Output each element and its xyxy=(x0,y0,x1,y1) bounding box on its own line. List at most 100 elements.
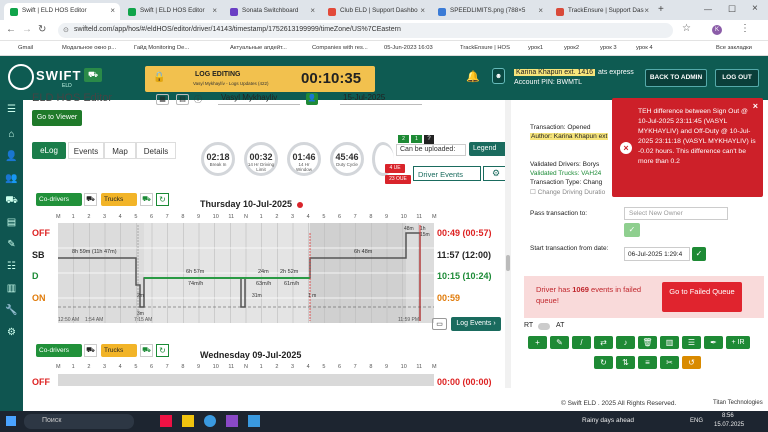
pen-button[interactable]: ✒ xyxy=(704,336,723,349)
back-to-admin-button[interactable]: BACK TO ADMIN xyxy=(645,69,707,87)
notification-bell-icon[interactable]: 🔔 xyxy=(466,70,480,83)
close-icon[interactable]: × xyxy=(212,6,217,15)
help-icon[interactable]: ? xyxy=(424,135,434,144)
edit-event-button[interactable]: ✎ xyxy=(550,336,569,349)
settings-icon[interactable]: ⚙ xyxy=(5,326,18,339)
forward-icon[interactable]: → xyxy=(22,24,32,35)
bookmark-item[interactable]: Гайд Monitoring De... xyxy=(134,45,189,51)
browser-tab[interactable]: Swift | ELD HOS Editor × xyxy=(122,3,222,20)
browser-icon[interactable] xyxy=(204,415,216,427)
close-icon[interactable]: × xyxy=(310,6,315,15)
tab-details[interactable]: Details xyxy=(136,142,176,159)
trucks-button[interactable]: Trucks xyxy=(101,193,137,206)
log-grid[interactable]: 8h 59m (11h 47m) 6h 57m 74m/h 24m 2h 52m… xyxy=(58,223,434,323)
language-indicator[interactable]: ENG xyxy=(690,418,703,424)
menu-hamburger-icon[interactable]: ☰ xyxy=(5,103,18,116)
notify-button[interactable]: ♪ xyxy=(616,336,635,349)
wrench-icon[interactable]: 🔧 xyxy=(5,304,18,317)
trailer-icon[interactable]: ⛟ xyxy=(140,193,153,206)
profile-avatar[interactable]: K xyxy=(712,25,722,35)
tab-elog[interactable]: eLog xyxy=(32,142,66,159)
browser-tab[interactable]: Sonata Switchboard × xyxy=(224,3,320,20)
swap-button[interactable]: ⇅ xyxy=(616,356,635,369)
bookmark-item[interactable]: урок 4 xyxy=(636,45,653,51)
add-event-button[interactable]: + xyxy=(528,336,547,349)
compare-button[interactable]: ≡ xyxy=(638,356,657,369)
driver-events-select[interactable]: Driver Events xyxy=(413,166,481,181)
browser-tab[interactable]: SPEEDLIMITS.png (788×5 × xyxy=(432,3,548,20)
go-to-failed-queue-button[interactable]: Go to Failed Queue xyxy=(662,282,742,312)
list-button[interactable]: ☰ xyxy=(682,336,701,349)
go-to-viewer-button[interactable]: Go to Viewer xyxy=(32,110,82,126)
back-icon[interactable]: ← xyxy=(6,24,16,35)
browser-tab[interactable]: TrackEnsure | Support Das × xyxy=(550,3,654,20)
new-tab-icon[interactable]: + xyxy=(658,4,664,15)
bookmark-item[interactable]: урок2 xyxy=(564,45,579,51)
bookmark-item[interactable]: TrackEnsure | HOS xyxy=(460,45,510,51)
draw-button[interactable]: / xyxy=(572,336,591,349)
change-duration-checkbox[interactable]: ☐ Change Driving Duratio xyxy=(530,188,605,196)
close-icon[interactable]: × xyxy=(420,6,425,15)
close-icon[interactable]: × xyxy=(538,6,543,15)
app-icon[interactable] xyxy=(182,415,194,427)
edit-icon[interactable]: ✎ xyxy=(5,238,18,251)
owner-select[interactable]: Select New Owner xyxy=(624,207,728,220)
scrollbar[interactable] xyxy=(505,100,511,388)
scrollbar-thumb[interactable] xyxy=(506,255,510,271)
rt-at-toggle[interactable] xyxy=(538,323,550,330)
driver-select[interactable]: Vasyl Mykhayliv xyxy=(218,93,300,105)
maximize-icon[interactable]: ☐ xyxy=(728,4,736,15)
truck-icon[interactable]: ⛟ xyxy=(84,68,102,82)
tab-events[interactable]: Events xyxy=(68,142,104,159)
site-info-icon[interactable]: ⊙ xyxy=(63,26,69,34)
bookmark-item[interactable]: Модальное окно р... xyxy=(62,45,116,51)
comment-icon[interactable]: ▭ xyxy=(432,318,447,330)
document-icon[interactable]: ▤ xyxy=(5,216,18,229)
bookmark-item[interactable]: Companies with res... xyxy=(312,45,368,51)
truck-icon[interactable]: ⛟ xyxy=(84,344,97,357)
start-date-input[interactable]: 06-Jul-2025 1:29:4 xyxy=(624,247,690,261)
bookmark-item[interactable]: урок1 xyxy=(528,45,543,51)
chart-icon[interactable]: ▥ xyxy=(5,282,18,295)
bookmark-item[interactable]: Актуальные апдейт... xyxy=(230,45,287,51)
truck-nav-icon[interactable]: ⛟ xyxy=(5,194,18,207)
log-editing-driver[interactable]: Vasyl Mykhaylív - Logs Updates (422) xyxy=(193,81,268,86)
truck-icon[interactable]: ⛟ xyxy=(84,193,97,206)
driver-icon[interactable]: 👤 xyxy=(306,93,318,105)
codrivers-button[interactable]: Co-drivers xyxy=(36,193,82,206)
confirm-date-button[interactable]: ✓ xyxy=(692,247,706,261)
refresh-icon[interactable]: ↻ xyxy=(156,193,169,206)
logout-button[interactable]: LOG OUT xyxy=(715,69,759,87)
bookmark-item[interactable]: Gmail xyxy=(18,45,33,51)
bookmark-item[interactable]: Все закладки xyxy=(716,45,752,51)
trailer-icon[interactable]: ⛟ xyxy=(140,344,153,357)
print-icon[interactable]: ▤ xyxy=(176,94,189,105)
log-grid[interactable] xyxy=(58,374,434,386)
shift-button[interactable]: ⇄ xyxy=(594,336,613,349)
oue-badge[interactable]: 23 OUE xyxy=(385,175,411,184)
undo-button[interactable]: ↺ xyxy=(682,356,701,369)
reload-button[interactable]: ↻ xyxy=(594,356,613,369)
columns-button[interactable]: ▥ xyxy=(660,336,679,349)
taskbar-search[interactable]: Поиск xyxy=(24,414,134,429)
app-icon[interactable] xyxy=(226,415,238,427)
refresh-icon[interactable]: ↻ xyxy=(156,344,169,357)
delete-button[interactable]: 🗑 xyxy=(638,336,657,349)
app-icon[interactable] xyxy=(248,415,260,427)
tab-map[interactable]: Map xyxy=(104,142,136,159)
bookmark-item[interactable]: 05-Jun-2023 16:03 xyxy=(384,45,433,51)
calendar-icon[interactable]: ▦ xyxy=(156,94,169,105)
users-icon[interactable]: 👥 xyxy=(5,172,18,185)
home-icon[interactable]: ⌂ xyxy=(5,128,18,141)
can-upload-select[interactable]: Can be uploaded: xyxy=(396,144,466,156)
confirm-owner-button[interactable]: ✓ xyxy=(624,223,640,237)
menu-kebab-icon[interactable]: ⋮ xyxy=(740,23,750,34)
windows-start-icon[interactable] xyxy=(6,416,16,426)
reload-icon[interactable]: ↻ xyxy=(38,24,46,35)
ue-badge[interactable]: 4 UE xyxy=(385,164,405,173)
app-icon[interactable] xyxy=(160,415,172,427)
cut-button[interactable]: ✂ xyxy=(660,356,679,369)
date-picker[interactable]: 15-Jul-2025 xyxy=(340,93,422,105)
bookmark-item[interactable]: урок 3 xyxy=(600,45,617,51)
browser-tab[interactable]: Club ELD | Support Dashbo × xyxy=(322,3,430,20)
